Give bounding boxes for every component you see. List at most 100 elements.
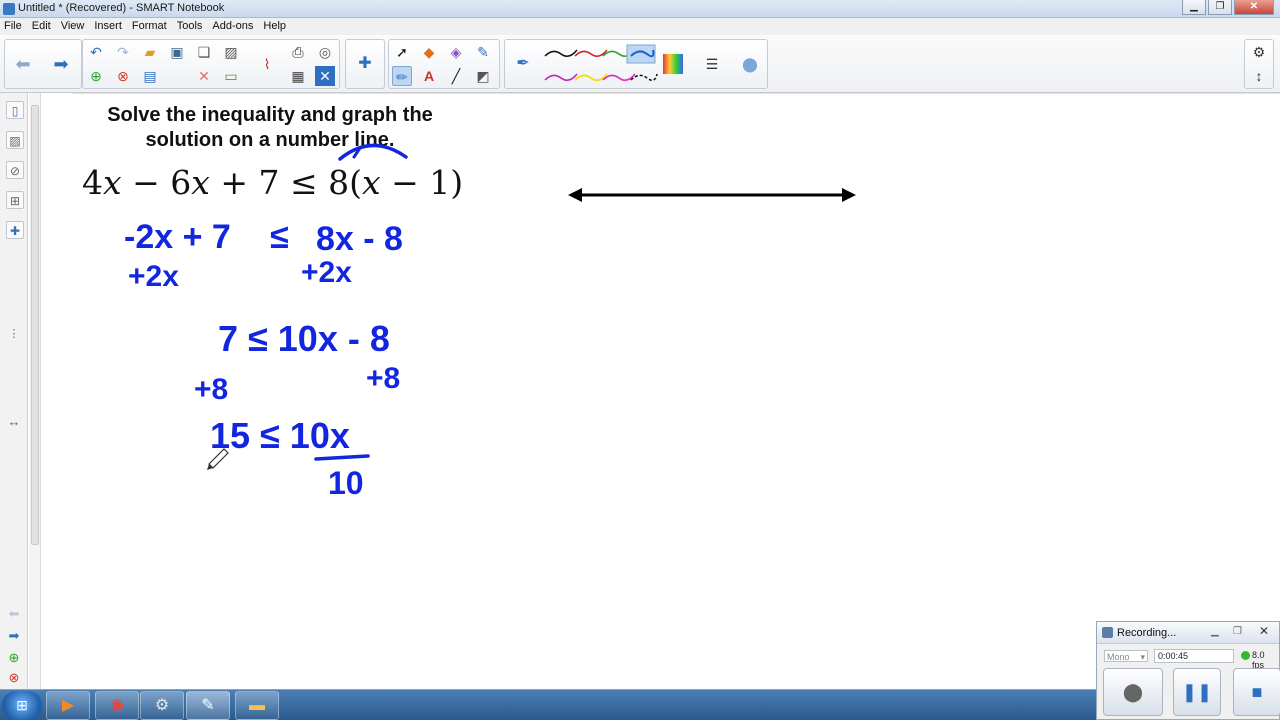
clear-ink-icon[interactable]: ⌇ [257, 54, 277, 74]
recorder-close-button[interactable]: ✕ [1259, 624, 1269, 638]
menu-tools[interactable]: Tools [177, 18, 203, 35]
eraser-icon[interactable]: ◈ [446, 42, 466, 62]
add-ons-group: ✚ [345, 39, 385, 89]
whiteboard-canvas[interactable]: Solve the inequality and graph the solut… [42, 93, 1280, 689]
menu-file[interactable]: File [4, 18, 22, 35]
table-icon[interactable]: ▦ [288, 66, 308, 86]
menu-format[interactable]: Format [132, 18, 167, 35]
step1-left: -2x + 7 [124, 218, 231, 256]
pen-style-selected-bg [626, 44, 656, 64]
add-ons-icon[interactable]: ✚ [355, 54, 375, 74]
recording-label: Recording... [1117, 627, 1177, 639]
windows-start-icon[interactable]: ⊞ [2, 691, 42, 720]
record-button[interactable]: ⬤ [1103, 668, 1163, 716]
creative-pen-icon[interactable]: ✏ [392, 66, 412, 86]
select-arrow-icon[interactable]: ➚ [392, 42, 412, 62]
notebook-icon[interactable]: ✎ [186, 691, 230, 720]
number-line-left-arrow [568, 188, 582, 202]
menu-help[interactable]: Help [263, 18, 286, 35]
back-arrow-icon[interactable]: ⬅ [13, 54, 33, 74]
minimize-button[interactable]: ▁ [1182, 0, 1206, 15]
ink-layer: -2x + 7 ≤ 8x - 8 +2x +2x 7 ≤ 10x - 8 +8 … [124, 143, 856, 501]
forward-arrow-icon[interactable]: ➡ [51, 54, 71, 74]
menu-insert[interactable]: Insert [94, 18, 122, 35]
control-panel-icon[interactable]: ⚙ [140, 691, 184, 720]
pen-style-black[interactable] [544, 49, 578, 57]
menu-edit[interactable]: Edit [32, 18, 51, 35]
line-icon[interactable]: ╱ [446, 66, 466, 86]
recorder-maximize-button[interactable]: ❐ [1233, 626, 1242, 637]
menu-view[interactable]: View [61, 18, 85, 35]
resize-horizontal-icon[interactable]: ↔ [5, 413, 23, 431]
pause-button[interactable]: ❚❚ [1173, 668, 1221, 716]
pen-properties-group: ✒ ☰ ⬤ [504, 39, 768, 89]
media-player-icon[interactable]: ▶ [46, 691, 90, 720]
recorder-minimize-button[interactable]: ▁ [1211, 626, 1219, 637]
close-box-icon[interactable]: ✕ [315, 66, 335, 86]
navigation-group: ⬅ ➡ [4, 39, 82, 89]
redo-icon[interactable]: ↷ [113, 42, 133, 62]
folder-icon[interactable]: ▬ [235, 691, 279, 720]
step5-denominator: 10 [328, 465, 364, 501]
expand-handle-icon[interactable]: ⋮ [5, 325, 23, 343]
side-delete-page-icon[interactable]: ⊗ [5, 669, 23, 687]
side-add-page-icon[interactable]: ⊕ [5, 649, 23, 667]
delete-page-icon[interactable]: ⊗ [113, 66, 133, 86]
undo-icon[interactable]: ↶ [86, 42, 106, 62]
window-title: Untitled * (Recovered) - SMART Notebook [18, 2, 225, 14]
text-icon[interactable]: A [419, 66, 439, 86]
windows-taskbar: ⊞ ▶ ◉ ⚙ ✎ ▬ [0, 689, 1280, 720]
close-button[interactable]: ✕ [1234, 0, 1274, 15]
save-icon[interactable]: ▤ [140, 66, 160, 86]
insert-picture-icon[interactable]: ▨ [221, 42, 241, 62]
menu-add-ons[interactable]: Add-ons [212, 18, 253, 35]
recorder-app-icon [1102, 627, 1113, 638]
display-screen-icon[interactable]: ▭ [221, 66, 241, 86]
microphone-select[interactable]: Mono ▾ [1104, 650, 1148, 662]
distribute-arc [338, 143, 408, 161]
magic-pen-icon[interactable]: ✎ [473, 42, 493, 62]
pen-style-red[interactable] [574, 49, 608, 57]
side-back-arrow-icon[interactable]: ⬅ [5, 605, 23, 623]
fill-icon[interactable]: ◩ [473, 66, 493, 86]
side-forward-arrow-icon[interactable]: ➡ [5, 627, 23, 645]
settings-gear-icon[interactable]: ⚙ [1249, 42, 1269, 62]
pen-style-yellow[interactable] [574, 73, 608, 82]
pen-style-pink[interactable] [602, 73, 636, 81]
handwritten-work: -2x + 7 ≤ 8x - 8 +2x +2x 7 ≤ 10x - 8 +8 … [124, 218, 403, 501]
screen-shade-icon[interactable]: ▣ [167, 42, 187, 62]
add-ons-tab-icon[interactable]: ✚ [6, 221, 24, 239]
step3: 7 ≤ 10x - 8 [218, 318, 390, 359]
stop-button[interactable]: ■ [1233, 668, 1280, 716]
move-toolbar-icon[interactable]: ↕ [1249, 66, 1269, 86]
screen-capture-icon[interactable]: ⎙ [288, 42, 308, 62]
step5: 15 ≤ 10x [210, 415, 350, 456]
maximize-button[interactable]: ❐ [1208, 0, 1232, 15]
transparency-icon[interactable]: ⬤ [740, 54, 760, 74]
delete-icon[interactable]: ✕ [194, 66, 214, 86]
add-page-icon[interactable]: ⊕ [86, 66, 106, 86]
pen-icon[interactable]: ✒ [513, 54, 533, 74]
color-palette-icon[interactable] [663, 54, 683, 74]
file-edit-group: ↶ ↷ ▰ ▣ ❏ ▨ ⊕ ⊗ ▤ ✕ ▭ ⌇ ⎙ ◎ ▦ ✕ [82, 39, 340, 89]
line-style-icon[interactable]: ☰ [702, 54, 722, 74]
scrollbar-thumb[interactable] [31, 105, 39, 545]
attachments-icon[interactable]: ⊘ [6, 161, 24, 179]
shapes-icon[interactable]: ◆ [419, 42, 439, 62]
vertical-scrollbar[interactable] [29, 93, 41, 689]
pen-style-magenta[interactable] [544, 73, 578, 81]
recording-title-bar: Recording... ▁ ❐ ✕ [1097, 622, 1279, 644]
smart-notebook-window: Untitled * (Recovered) - SMART Notebook … [0, 0, 1280, 720]
main-toolbar: ⬅ ➡ ↶ ↷ ▰ ▣ ❏ ▨ ⊕ ⊗ ▤ ✕ ▭ ⌇ ⎙ ◎ ▦ ✕ ✚ ➚ … [0, 35, 1280, 93]
chrome-icon[interactable]: ◉ [95, 691, 139, 720]
zoom-icon[interactable]: ◎ [315, 42, 335, 62]
paste-icon[interactable]: ❏ [194, 42, 214, 62]
properties-icon[interactable]: ⊞ [6, 191, 24, 209]
recording-time: 0:00:45 [1154, 649, 1234, 663]
toolbar-settings-group: ⚙ ↕ [1244, 39, 1274, 89]
window-controls: ▁ ❐ ✕ [1180, 0, 1274, 15]
page-sorter-icon[interactable]: ▯ [6, 101, 24, 119]
gallery-icon[interactable]: ▨ [6, 131, 24, 149]
open-folder-icon[interactable]: ▰ [140, 42, 160, 62]
step2-right: +2x [301, 256, 352, 289]
